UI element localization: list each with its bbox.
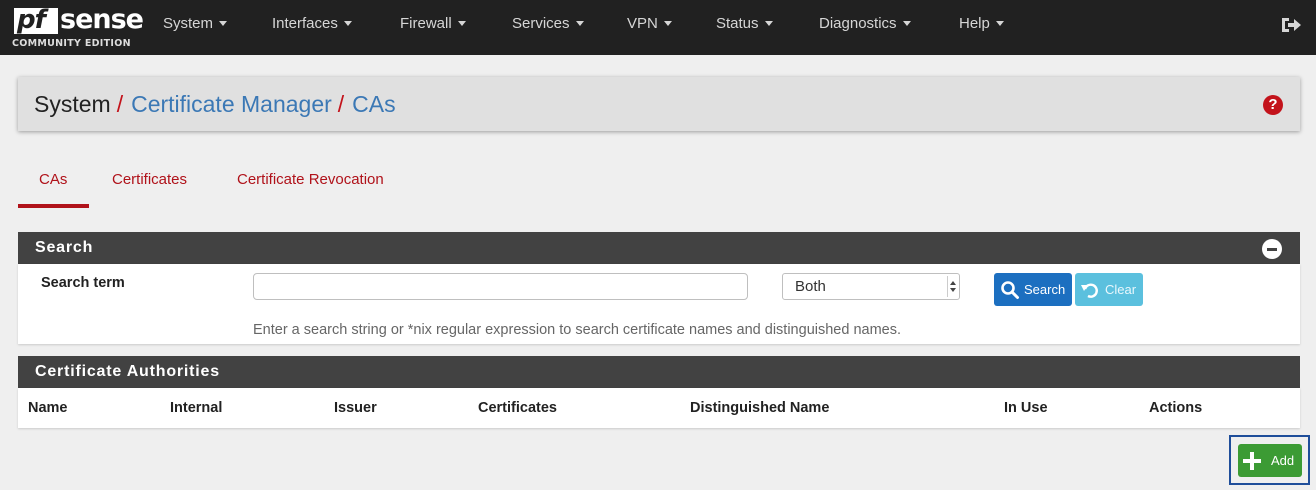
nav-status[interactable]: Status xyxy=(716,15,773,32)
chevron-down-icon xyxy=(575,21,584,26)
nav-vpn[interactable]: VPN xyxy=(627,15,672,32)
add-button[interactable]: Add xyxy=(1238,444,1302,477)
search-term-label: Search term xyxy=(41,275,125,291)
search-button[interactable]: Search xyxy=(994,273,1072,306)
breadcrumb-separator: / xyxy=(116,91,124,117)
search-panel-title: Search xyxy=(35,239,94,256)
column-header-in-use[interactable]: In Use xyxy=(1004,400,1048,416)
column-header-name[interactable]: Name xyxy=(28,400,68,416)
tab-certificates[interactable]: Certificates xyxy=(112,171,187,188)
chevron-down-icon xyxy=(764,21,773,26)
breadcrumb-cas[interactable]: CAs xyxy=(352,91,395,117)
search-button-label: Search xyxy=(1024,282,1066,297)
column-header-distinguished-name[interactable]: Distinguished Name xyxy=(690,400,829,416)
column-header-actions: Actions xyxy=(1149,400,1203,416)
undo-icon xyxy=(1081,283,1098,298)
chevron-down-icon xyxy=(902,21,911,26)
clear-button-label: Clear xyxy=(1105,282,1137,297)
collapse-panel-icon[interactable] xyxy=(1262,239,1282,259)
breadcrumb-separator: / xyxy=(337,91,345,117)
logo-sense-text: sense xyxy=(60,4,144,35)
select-arrows-icon xyxy=(947,276,957,297)
nav-help[interactable]: Help xyxy=(959,15,1004,32)
logout-icon[interactable] xyxy=(1280,15,1302,35)
ca-panel-heading: Certificate Authorities xyxy=(18,356,1300,388)
search-input[interactable] xyxy=(253,273,748,300)
column-header-certificates[interactable]: Certificates xyxy=(478,400,557,416)
clear-button[interactable]: Clear xyxy=(1075,273,1143,306)
search-panel-heading: Search xyxy=(18,232,1300,264)
column-header-issuer[interactable]: Issuer xyxy=(334,400,377,416)
search-icon xyxy=(1001,281,1019,299)
nav-interfaces[interactable]: Interfaces xyxy=(272,15,352,32)
nav-diagnostics[interactable]: Diagnostics xyxy=(819,15,911,32)
tab-cas[interactable]: CAs xyxy=(39,171,67,188)
chevron-down-icon xyxy=(663,21,672,26)
pfsense-logo[interactable]: pf sense COMMUNITY EDITION xyxy=(12,4,144,50)
search-scope-value: Both xyxy=(795,278,826,295)
search-scope-select[interactable]: Both xyxy=(782,273,960,300)
nav-firewall[interactable]: Firewall xyxy=(400,15,466,32)
tab-certificate-revocation[interactable]: Certificate Revocation xyxy=(237,171,384,188)
breadcrumb-certificate-manager[interactable]: Certificate Manager xyxy=(131,91,332,117)
top-navbar: pf sense COMMUNITY EDITION System Interf… xyxy=(0,0,1316,55)
nav-services[interactable]: Services xyxy=(512,15,584,32)
chevron-down-icon xyxy=(995,21,1004,26)
logo-pf-mark: pf xyxy=(14,5,58,35)
column-header-internal[interactable]: Internal xyxy=(170,400,222,416)
active-tab-indicator xyxy=(18,204,89,208)
breadcrumb-panel: System / Certificate Manager / CAs xyxy=(18,77,1300,131)
search-help-text: Enter a search string or *nix regular ex… xyxy=(253,322,901,338)
add-button-label: Add xyxy=(1271,453,1295,468)
nav-system[interactable]: System xyxy=(163,15,228,32)
help-icon[interactable]: ? xyxy=(1263,95,1283,115)
ca-panel-title: Certificate Authorities xyxy=(35,363,220,380)
chevron-down-icon xyxy=(343,21,352,26)
breadcrumb: System / Certificate Manager / CAs xyxy=(34,91,396,118)
logo-edition-text: COMMUNITY EDITION xyxy=(12,38,131,49)
chevron-down-icon xyxy=(457,21,466,26)
chevron-down-icon xyxy=(219,21,228,26)
breadcrumb-system: System xyxy=(34,91,111,117)
